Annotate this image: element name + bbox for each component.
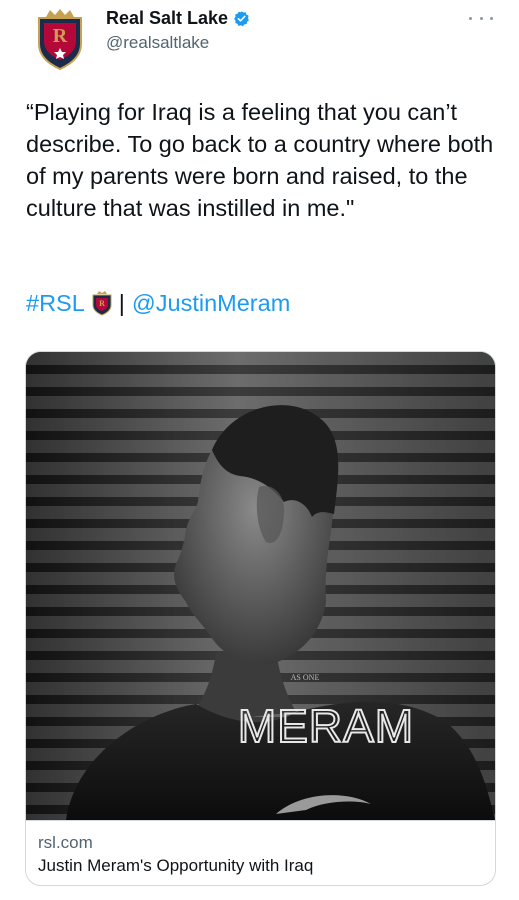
card-title: Justin Meram's Opportunity with Iraq [38,856,314,875]
more-dot [469,16,472,20]
card-domain: rsl.com [38,833,93,852]
name-row: Real Salt Lake [106,8,250,29]
tweet-tags: #RSL R | @JustinMeram [26,287,290,319]
more-dot [490,16,493,20]
card-image[interactable]: AS ONE MERAM [26,352,495,820]
rsl-crest-logo-icon: R [38,9,82,71]
hashtag-link[interactable]: #RSL [26,287,85,319]
account-name[interactable]: Real Salt Lake [106,8,228,29]
rsl-shield-emoji-icon: R [92,291,112,316]
emoji-letter: R [99,299,105,308]
account-handle[interactable]: @realsaltlake [106,33,209,53]
mention-link[interactable]: @JustinMeram [132,287,290,319]
more-dot [479,16,483,20]
tweet-header: R Real Salt Lake @realsaltlake [0,0,519,80]
jersey-name: MERAM [238,700,414,752]
verified-badge-icon [234,11,249,27]
jersey-small-text: AS ONE [291,673,320,682]
card-footer[interactable]: rsl.com Justin Meram's Opportunity with … [26,820,495,885]
avatar[interactable]: R [36,8,84,71]
tag-separator: | [118,290,125,316]
player-photo: AS ONE MERAM [26,352,495,820]
logo-letter: R [53,25,68,47]
more-options-icon[interactable] [469,12,493,24]
link-card[interactable]: AS ONE MERAM rsl.com Justin Meram's Oppo… [25,351,496,886]
tweet-text: “Playing for Iraq is a feeling that you … [26,99,494,221]
